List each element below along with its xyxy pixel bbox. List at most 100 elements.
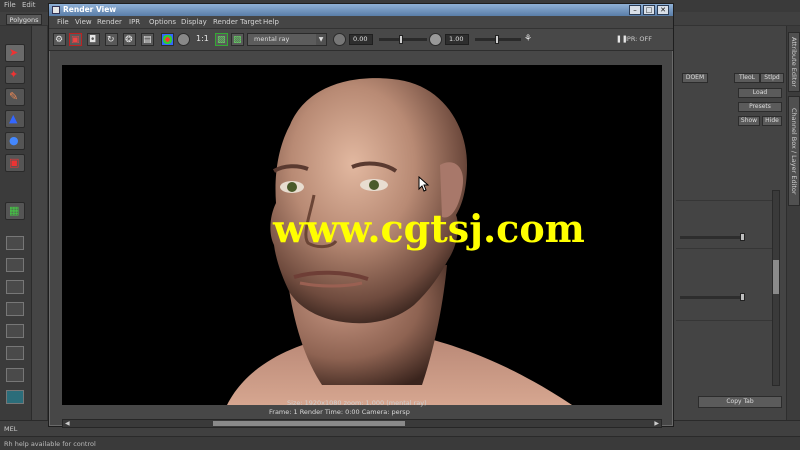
render-stats-size: Size: 1920x1080 zoom: 1.000 (mental ray): [287, 399, 427, 407]
attr-slider-1[interactable]: [680, 236, 742, 239]
close-icon: ✕: [660, 6, 666, 14]
redo-render-icon: ↻: [107, 35, 115, 45]
attr-slider-1-knob[interactable]: [740, 233, 745, 241]
scale-icon: ▣: [9, 156, 20, 169]
tab-field-3[interactable]: DOEM: [682, 73, 708, 83]
tab-attribute-editor[interactable]: Attribute Editor: [788, 32, 800, 92]
cmd-language-label[interactable]: MEL: [4, 425, 17, 433]
menu-render[interactable]: Render: [97, 18, 122, 26]
horizontal-scrollbar-thumb[interactable]: [213, 421, 405, 426]
ipr-button[interactable]: ❂: [123, 33, 136, 46]
color-manage-icon: ⚘: [524, 34, 533, 44]
load-button[interactable]: Load: [738, 88, 782, 98]
show-button[interactable]: Show: [738, 116, 760, 126]
select-tool[interactable]: ➤: [5, 44, 25, 62]
minimize-button[interactable]: –: [629, 5, 641, 15]
alpha-channel-button[interactable]: [177, 33, 190, 46]
menu-render-target[interactable]: Render Target: [213, 18, 262, 26]
menu-ipr[interactable]: IPR: [129, 18, 140, 26]
attr-row-divider: [676, 200, 772, 201]
hide-button[interactable]: Hide: [762, 116, 782, 126]
scroll-left-icon[interactable]: ◀: [65, 420, 70, 427]
layout-hypershade-icon[interactable]: [6, 346, 24, 360]
layout-two-icon[interactable]: [6, 280, 24, 294]
last-tool[interactable]: ▦: [5, 202, 25, 220]
exposure-slider[interactable]: [379, 38, 427, 41]
minimize-icon: –: [633, 6, 637, 14]
exposure-field[interactable]: 0.00: [349, 34, 373, 45]
ipr-status: IPR: OFF: [625, 35, 653, 43]
help-line: Rh help available for control: [0, 436, 800, 450]
gamma-field[interactable]: 1.00: [445, 34, 469, 45]
rotate-tool[interactable]: ●: [5, 132, 25, 150]
presets-button[interactable]: Presets: [738, 102, 782, 112]
render-frame-icon: ⚙: [55, 35, 64, 45]
side-tabs: Attribute Editor Channel Box / Layer Edi…: [786, 26, 800, 420]
title-bar[interactable]: Render View – □ ✕: [49, 4, 673, 16]
keep-image-button[interactable]: ▨: [215, 33, 228, 46]
render-frame-button[interactable]: ⚙: [53, 33, 66, 46]
pause-ipr-button[interactable]: ❚❚: [615, 33, 628, 46]
paint-tool[interactable]: ✎: [5, 88, 25, 106]
layout-render-icon[interactable]: [6, 368, 24, 382]
menu-help[interactable]: Help: [263, 18, 279, 26]
lasso-tool[interactable]: ✦: [5, 66, 25, 84]
attr-slider-2-knob[interactable]: [740, 293, 745, 301]
remove-image-button[interactable]: ▧: [231, 33, 244, 46]
brush-icon: ✎: [9, 90, 19, 103]
render-view-menubar: File View Render IPR Options Display Ren…: [49, 16, 673, 29]
layout-four-icon[interactable]: [6, 258, 24, 272]
window-title: Render View: [63, 5, 117, 14]
lasso-icon: ✦: [9, 68, 19, 81]
attr-slider-2[interactable]: [680, 296, 742, 299]
maya-menu-edit[interactable]: Edit: [22, 1, 36, 9]
exposure-slider-knob[interactable]: [399, 35, 403, 44]
maya-logo-icon: [6, 390, 24, 404]
close-button[interactable]: ✕: [657, 5, 669, 15]
exposure-icon: [333, 33, 346, 46]
menu-options[interactable]: Options: [149, 18, 176, 26]
move-tool[interactable]: ▲: [5, 110, 25, 128]
menu-display[interactable]: Display: [181, 18, 207, 26]
horizontal-scrollbar[interactable]: ◀ ▶: [62, 419, 662, 428]
render-view-toolbar: ⚙ ▣ ◘ ↻ ❂ ▤ 1:1 ▨ ▧ mental ray ▼ 0.00 1.…: [49, 29, 673, 51]
renderer-dropdown[interactable]: mental ray ▼: [247, 33, 327, 46]
scale-tool[interactable]: ▣: [5, 154, 25, 172]
renderer-value: mental ray: [254, 35, 290, 43]
refresh-icon: ▤: [143, 35, 152, 45]
layout-outliner-icon[interactable]: [6, 302, 24, 316]
render-region-button[interactable]: ▣: [69, 33, 82, 46]
maya-menu-file[interactable]: File: [4, 1, 16, 9]
rotate-icon: ●: [9, 134, 19, 147]
gamma-slider-knob[interactable]: [495, 35, 499, 44]
color-manage-button[interactable]: ⚘: [523, 33, 536, 46]
zoom-1to1-button[interactable]: 1:1: [195, 33, 209, 46]
copy-tab-button[interactable]: Copy Tab: [698, 396, 782, 408]
arrow-cursor-icon: ➤: [9, 46, 19, 59]
watermark-text: www.cgtsj.com: [273, 206, 585, 251]
menu-view[interactable]: View: [75, 18, 92, 26]
render-view-window: Render View – □ ✕ File View Render IPR O…: [48, 3, 674, 428]
refresh-button[interactable]: ▤: [141, 33, 154, 46]
layout-single-icon[interactable]: [6, 236, 24, 250]
tab-field-2[interactable]: Stlpd: [760, 73, 784, 83]
attr-scrollbar-thumb[interactable]: [773, 260, 779, 294]
zoom-1to1-icon: 1:1: [196, 34, 209, 43]
snapshot-button[interactable]: ◘: [87, 33, 100, 46]
shelf-tab-polygons[interactable]: Polygons: [6, 14, 42, 25]
left-panel-strip: [32, 26, 48, 420]
maximize-button[interactable]: □: [643, 5, 655, 15]
attr-row-divider: [676, 320, 772, 321]
right-iris: [369, 180, 379, 190]
render-viewport[interactable]: www.cgtsj.com: [62, 65, 662, 405]
redo-render-button[interactable]: ↻: [105, 33, 118, 46]
rgb-channels-button[interactable]: [161, 33, 174, 46]
attribute-editor-panel: TleoL Stlpd DOEM Load Presets Show Hide …: [674, 26, 786, 420]
tab-field-1[interactable]: TleoL: [734, 73, 760, 83]
snapshot-icon: ◘: [89, 35, 97, 45]
tab-channel-box[interactable]: Channel Box / Layer Editor: [788, 96, 800, 206]
menu-file[interactable]: File: [57, 18, 69, 26]
scroll-right-icon[interactable]: ▶: [654, 420, 659, 427]
layout-graph-icon[interactable]: [6, 324, 24, 338]
render-view-app-icon: [52, 6, 60, 14]
